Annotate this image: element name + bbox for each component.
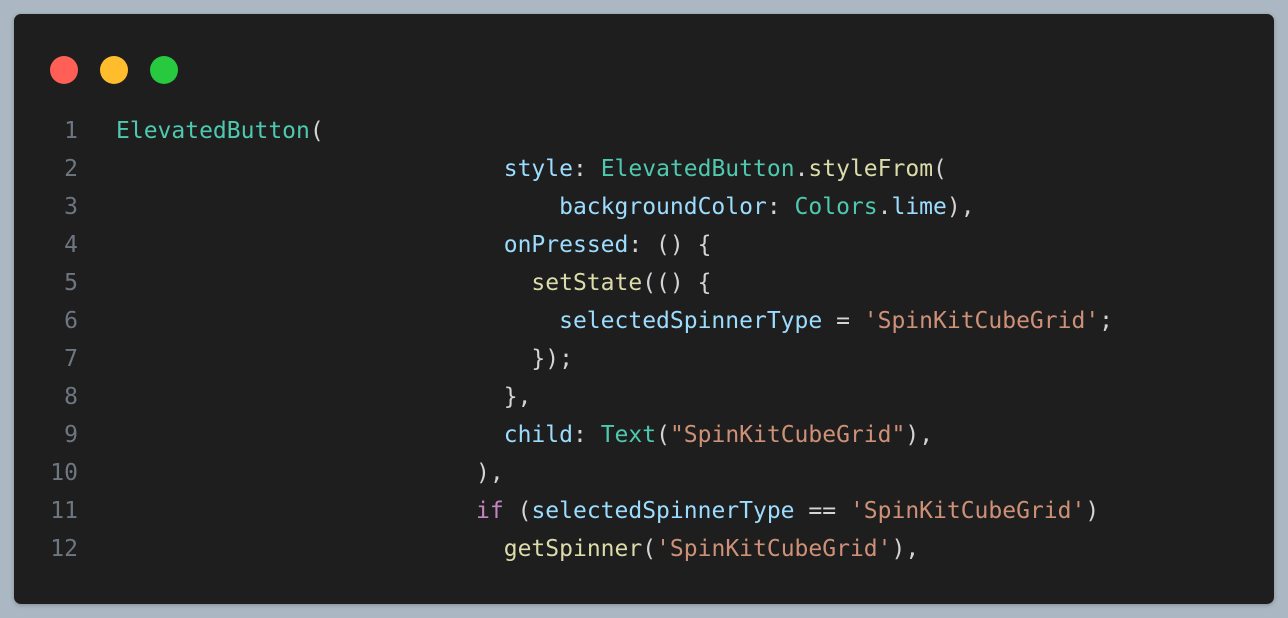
code-token: . (877, 194, 892, 220)
line-number: 8 (64, 384, 78, 410)
code-line: 11 if (selectedSpinnerType == 'SpinKitCu… (14, 492, 1274, 530)
line-source: style: ElevatedButton.styleFrom( (116, 150, 947, 188)
line-number: 11 (50, 498, 78, 524)
code-token: ), (891, 536, 920, 562)
code-token: }); (531, 346, 573, 372)
line-source: backgroundColor: Colors.lime), (116, 188, 975, 226)
code-line: 6 selectedSpinnerType = 'SpinKitCubeGrid… (14, 302, 1274, 340)
code-token: : () { (628, 232, 712, 258)
code-token: Text (600, 422, 657, 448)
line-source: }); (116, 340, 573, 378)
line-source: getSpinner('SpinKitCubeGrid'), (116, 530, 919, 568)
code-token: "SpinKitCubeGrid" (669, 422, 906, 448)
line-number: 10 (50, 460, 78, 486)
code-token: : (572, 156, 601, 182)
code-token: styleFrom (808, 156, 934, 182)
line-source: selectedSpinnerType = 'SpinKitCubeGrid'; (116, 302, 1113, 340)
code-token: ), (946, 194, 975, 220)
code-token: onPressed (503, 232, 629, 258)
line-source: child: Text("SpinKitCubeGrid"), (116, 416, 933, 454)
code-token: ElevatedButton (116, 118, 310, 144)
code-line: 10 ), (14, 454, 1274, 492)
line-number: 3 (64, 194, 78, 220)
code-line: 3 backgroundColor: Colors.lime), (14, 188, 1274, 226)
line-source: ), (116, 454, 504, 492)
code-token: style (503, 156, 573, 182)
line-number: 5 (64, 270, 78, 296)
zoom-dot-icon[interactable] (150, 56, 178, 84)
code-token: selectedSpinnerType (559, 308, 823, 334)
code-token: if (476, 498, 504, 524)
code-token: (() { (642, 270, 712, 296)
code-token: 'SpinKitCubeGrid' (863, 308, 1100, 334)
code-token: Colors (794, 194, 878, 220)
line-number: 9 (64, 422, 78, 448)
code-token: 'SpinKitCubeGrid' (849, 498, 1086, 524)
line-number: 7 (64, 346, 78, 372)
code-token: ElevatedButton (600, 156, 795, 182)
code-token: ( (309, 118, 324, 144)
line-number: 4 (64, 232, 78, 258)
code-token: setState (531, 270, 643, 296)
line-source: if (selectedSpinnerType == 'SpinKitCubeG… (116, 492, 1099, 530)
code-line: 7 }); (14, 340, 1274, 378)
code-line: 2 style: ElevatedButton.styleFrom( (14, 150, 1274, 188)
code-token: 'SpinKitCubeGrid' (656, 536, 892, 562)
close-dot-icon[interactable] (50, 56, 78, 84)
line-source: }, (116, 378, 532, 416)
code-block: 1 ElevatedButton(2 style: ElevatedButton.… (14, 112, 1274, 568)
code-token: backgroundColor (559, 194, 767, 220)
code-line: 12 getSpinner('SpinKitCubeGrid'), (14, 530, 1274, 568)
code-token: ( (503, 498, 532, 524)
code-token: selectedSpinnerType (531, 498, 795, 524)
line-number: 6 (64, 308, 78, 334)
line-number: 12 (50, 536, 78, 562)
code-token: ( (642, 536, 657, 562)
code-token: : (766, 194, 795, 220)
code-token: ) (1085, 498, 1100, 524)
line-source: ElevatedButton( (116, 112, 324, 150)
code-line: 8 }, (14, 378, 1274, 416)
code-token: }, (503, 384, 532, 410)
code-token: = (822, 308, 864, 334)
code-line: 9 child: Text("SpinKitCubeGrid"), (14, 416, 1274, 454)
code-token: == (794, 498, 850, 524)
code-token: ( (656, 422, 670, 448)
code-token: getSpinner (503, 536, 643, 562)
minimize-dot-icon[interactable] (100, 56, 128, 84)
code-line: 4 onPressed: () { (14, 226, 1274, 264)
code-token: child (503, 422, 573, 448)
code-token: ), (905, 422, 934, 448)
line-number: 2 (64, 156, 78, 182)
line-number: 1 (64, 118, 78, 144)
code-token: ; (1099, 308, 1114, 334)
code-token: ), (476, 460, 504, 486)
line-source: setState(() { (116, 264, 711, 302)
code-token: ( (933, 156, 947, 182)
code-token: . (794, 156, 809, 182)
code-line: 1 ElevatedButton( (14, 112, 1274, 150)
code-token: : (572, 422, 601, 448)
code-line: 5 setState(() { (14, 264, 1274, 302)
line-source: onPressed: () { (116, 226, 712, 264)
code-token: lime (891, 194, 947, 220)
code-window: 1 ElevatedButton(2 style: ElevatedButton.… (14, 14, 1274, 604)
